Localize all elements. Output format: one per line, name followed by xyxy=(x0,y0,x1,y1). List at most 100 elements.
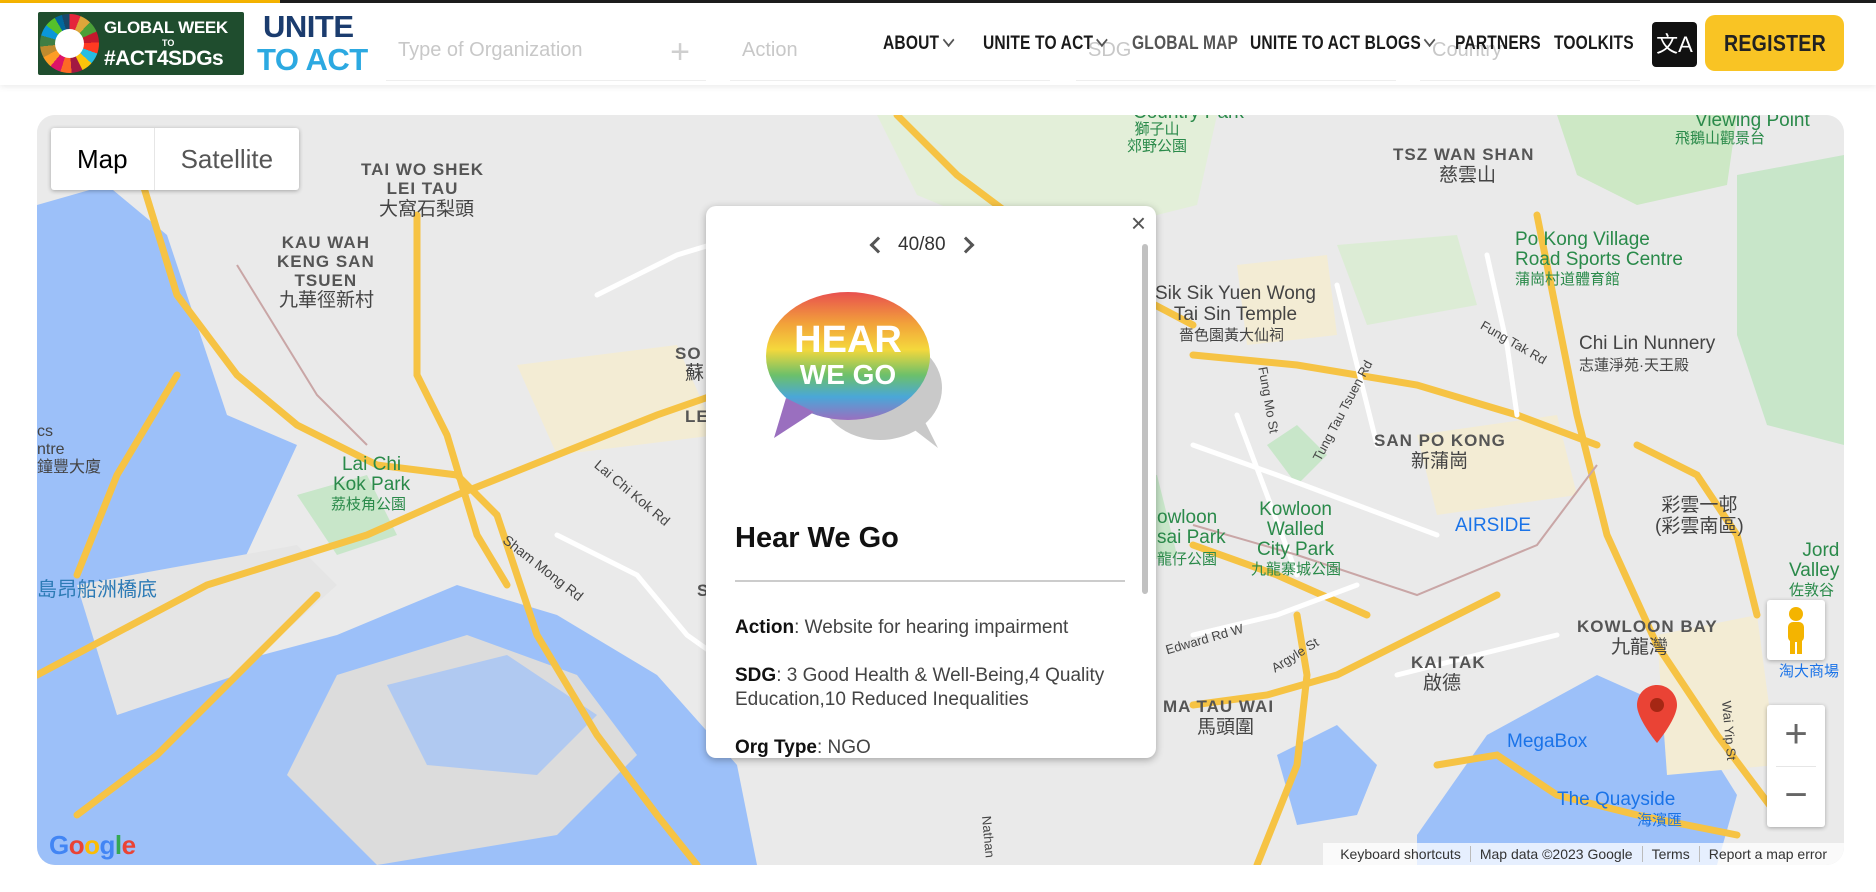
terms-link[interactable]: Terms xyxy=(1643,846,1700,862)
pager: 40/80 xyxy=(869,234,975,256)
label-amoy-plaza: 淘大商場 xyxy=(1779,663,1840,680)
organization-filter-placeholder: Type of Organization xyxy=(398,39,583,61)
map-data-credit: Map data ©2023 Google xyxy=(1471,846,1643,862)
site-header: GLOBAL WEEK TO #ACT4SDGs UNITE TO ACT Ty… xyxy=(0,3,1876,85)
label-san-po-kong: SAN PO KONG xyxy=(1374,431,1506,450)
sdg-value: : 3 Good Health & Well-Being,4 Quality E… xyxy=(735,665,1105,710)
map-attribution: Keyboard shortcuts Map data ©2023 Google… xyxy=(1323,843,1844,865)
label-kowloon-tsai-park-zh: 龍仔公園 xyxy=(1157,551,1218,568)
chevron-right-icon[interactable] xyxy=(957,236,975,254)
label-tsz-wan-shan-zh: 慈雲山 xyxy=(1439,165,1497,186)
logo-line-3: #ACT4SDGs xyxy=(104,47,224,70)
action-field: Action: Website for hearing impairment xyxy=(735,616,1125,640)
label-lai-chi-kok-park: Lai Chi Kok Park xyxy=(333,454,411,495)
report-map-error-link[interactable]: Report a map error xyxy=(1700,846,1836,862)
nav-toolkits-label: TOOLKITS xyxy=(1554,33,1634,54)
org-type-field: Org Type: NGO xyxy=(735,736,1125,758)
plus-icon: + xyxy=(670,33,690,71)
nav-about[interactable]: ABOUT xyxy=(883,32,955,55)
label-kowloon-bay-zh: 九龍灣 xyxy=(1611,637,1669,658)
nav-blogs[interactable]: UNITE TO ACT BLOGS xyxy=(1250,32,1436,55)
org-type-label: Org Type xyxy=(735,737,817,758)
label-zh-su: 蘇 xyxy=(685,363,705,384)
translate-icon: 文A xyxy=(1656,32,1693,57)
label-kowloon-bay: KOWLOON BAY xyxy=(1577,617,1718,636)
label-tai-wo-shek-zh: 大窩石梨頭 xyxy=(379,199,475,220)
label-po-kong-sports-centre-zh: 蒲崗村道體育館 xyxy=(1515,271,1621,288)
sdg-label: SDG xyxy=(735,665,777,686)
label-so: SO xyxy=(675,344,702,363)
label-chi-lin-nunnery: Chi Lin Nunnery xyxy=(1579,333,1716,354)
chevron-left-icon[interactable] xyxy=(869,236,887,254)
label-kowloon-walled-city-park: Kowloon Walled City Park xyxy=(1257,499,1335,560)
label-the-quayside: The Quayside xyxy=(1557,789,1676,810)
nav-unite-to-act-label: UNITE TO ACT xyxy=(983,33,1094,54)
label-lai-chi-kok-park-zh: 荔枝角公園 xyxy=(331,496,407,513)
popup-scrollbar[interactable] xyxy=(1142,244,1148,594)
logo-line-1: GLOBAL WEEK xyxy=(104,18,228,37)
label-kau-wah-zh: 九華徑新村 xyxy=(279,290,375,311)
close-icon[interactable]: × xyxy=(1131,208,1146,239)
google-logo: Google xyxy=(49,830,136,860)
location-pin-icon[interactable] xyxy=(1637,685,1677,743)
label-po-kong-sports-centre: Po Kong Village Road Sports Centre xyxy=(1515,229,1683,270)
logo-text-we-go: WE GO xyxy=(800,359,896,390)
label-tsz-wan-shan: TSZ WAN SHAN xyxy=(1393,145,1535,164)
label-wong-tai-sin-temple-zh: 嗇色園黃大仙祠 xyxy=(1179,327,1285,344)
map-type-map-button[interactable]: Map xyxy=(51,128,155,190)
label-kowloon-walled-city-park-zh: 九龍寨城公園 xyxy=(1251,561,1342,578)
hear-we-go-logo: HEAR WE GO xyxy=(766,292,942,448)
nav-about-label: ABOUT xyxy=(883,33,940,54)
label-kowloon-tsai-park: owloon sai Park xyxy=(1157,507,1226,548)
zoom-out-button[interactable]: − xyxy=(1767,766,1825,827)
divider xyxy=(735,580,1125,582)
label-airside: AIRSIDE xyxy=(1455,515,1532,536)
chevron-down-icon xyxy=(942,32,955,48)
label-jordan-valley: Jord Valley xyxy=(1789,540,1840,581)
nav-blogs-label: UNITE TO ACT BLOGS xyxy=(1250,33,1421,54)
label-wong-tai-sin-temple: Sik Sik Yuen Wong Tai Sin Temple xyxy=(1155,283,1316,325)
label-choi-wan-estate: 彩雲一邨 (彩雲南區) xyxy=(1655,495,1744,537)
action-filter-placeholder: Action xyxy=(742,39,798,61)
label-ma-tau-wai: MA TAU WAI xyxy=(1163,697,1275,716)
map-type-control: Map Satellite xyxy=(51,128,300,190)
nav-unite-to-act[interactable]: UNITE TO ACT xyxy=(983,32,1108,55)
nav-toolkits[interactable]: TOOLKITS xyxy=(1554,33,1634,55)
global-week-logo[interactable]: GLOBAL WEEK TO #ACT4SDGs xyxy=(38,12,244,75)
translate-button[interactable]: 文A xyxy=(1652,22,1697,67)
label-tai-wo-shek: TAI WO SHEK LEI TAU xyxy=(361,160,485,198)
keyboard-shortcuts-link[interactable]: Keyboard shortcuts xyxy=(1331,846,1471,862)
label-jordan-valley-zh: 佐敦谷 xyxy=(1789,582,1835,599)
organization-title: Hear We Go xyxy=(735,522,899,554)
label-the-quayside-zh: 海濱匯 xyxy=(1637,812,1683,829)
label-ma-tau-wai-zh: 馬頭圍 xyxy=(1197,717,1255,738)
label-san-po-kong-zh: 新蒲崗 xyxy=(1411,451,1469,472)
register-label: REGISTER xyxy=(1723,30,1826,56)
nav-global-map[interactable]: GLOBAL MAP xyxy=(1132,33,1238,55)
organization-filter[interactable]: Type of Organization + xyxy=(386,29,706,81)
map-type-satellite-button[interactable]: Satellite xyxy=(155,128,300,190)
label-nathan-rd: Nathan xyxy=(979,815,998,859)
label-kau-wah: KAU WAH KENG SAN TSUEN xyxy=(277,233,375,290)
nav-partners[interactable]: PARTNERS xyxy=(1455,33,1541,55)
unite-logo-line-2[interactable]: TO ACT xyxy=(257,42,368,78)
unite-logo-line-1[interactable]: UNITE xyxy=(263,9,354,45)
label-kai-tak-zh: 啟德 xyxy=(1423,673,1462,694)
label-ics-centre: cs ntre 鐘豐大廈 xyxy=(37,423,102,476)
chevron-down-icon xyxy=(1424,32,1436,48)
action-value: : Website for hearing impairment xyxy=(794,617,1069,638)
zoom-in-button[interactable]: + xyxy=(1767,705,1825,766)
nav-global-map-label: GLOBAL MAP xyxy=(1132,33,1239,54)
sdg-wheel-icon xyxy=(40,14,99,73)
register-button[interactable]: REGISTER xyxy=(1705,15,1844,71)
logo-text-hear: HEAR xyxy=(794,319,902,361)
street-view-pegman[interactable] xyxy=(1767,600,1825,660)
action-label: Action xyxy=(735,617,795,638)
info-window: × 40/80 HEAR WE GO Hear We Go Action: We… xyxy=(706,206,1156,758)
label-megabox: MegaBox xyxy=(1507,731,1588,752)
label-lion-rock-country-park-zh: 獅子山 郊野公園 xyxy=(1127,121,1188,155)
zoom-control: + − xyxy=(1767,705,1825,827)
org-type-value: : NGO xyxy=(817,737,871,758)
pegman-icon xyxy=(1788,607,1804,654)
pager-count: 40/80 xyxy=(898,234,946,255)
